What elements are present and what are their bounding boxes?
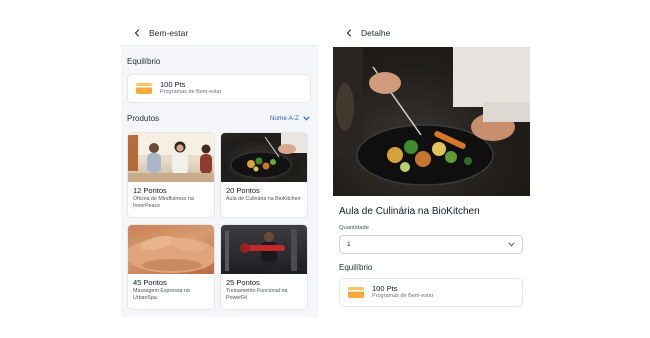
points-value: 100 Pts [372,284,398,294]
wellness-screen: Bem-estar Equilíbrio 100 Pts Programas d… [121,20,318,317]
plated-dish-photo [221,133,307,182]
points-balance-card: 100 Pts Programas de Bem-estar [339,278,523,307]
massage-photo [128,225,214,274]
product-card[interactable]: 20 Pontos Aula de Culinária na BioKitche… [220,132,308,218]
page-title: Bem-estar [149,27,189,38]
product-description: Massagem Expressa no UrbanSpa [133,288,190,302]
product-points: 45 Pontos [133,278,167,287]
back-arrow-icon[interactable] [131,27,143,39]
products-section-title: Produtos [127,114,160,123]
detail-header: Detalhe [333,20,530,46]
chevron-down-icon [303,116,310,121]
quantity-label: Quantidade [339,225,369,231]
product-card[interactable]: 45 Pontos Massagem Expressa no UrbanSpa [127,224,215,310]
page-title: Detalhe [361,28,391,38]
points-card-icon [348,287,364,298]
points-value: 100 Pts [160,80,186,90]
products-header: Produtos Nome A-Z [127,114,310,123]
product-points: 25 Pontos [226,278,260,287]
product-title: Aula de Culinária na BioKitchen [339,206,480,217]
points-program: Programas de Bem-estar [372,293,434,300]
points-program: Programas de Bem-estar [160,89,222,96]
product-grid: 12 Pontos Oficina de Mindfulness na Inne… [127,132,311,310]
balance-section-title: Equilíbrio [127,57,161,66]
back-arrow-icon[interactable] [343,27,355,39]
product-points: 12 Pontos [133,186,167,195]
quantity-select[interactable]: 1 [339,235,523,254]
chef-plating-photo [333,47,530,196]
product-card[interactable]: 12 Pontos Oficina de Mindfulness na Inne… [127,132,215,218]
points-balance-card: 100 Pts Programas de Bem-estar [127,74,311,103]
points-card-icon [136,83,152,94]
product-description: Oficina de Mindfulness na InnerPeace [133,196,194,210]
meditation-group-photo [128,133,214,182]
chevron-down-icon [508,242,515,247]
sort-dropdown[interactable]: Nome A-Z [270,115,310,122]
gym-training-photo [221,225,307,274]
product-points: 20 Pontos [226,186,260,195]
balance-section-title: Equilíbrio [339,263,373,272]
product-card[interactable]: 25 Pontos Treinamento Funcional na Power… [220,224,308,310]
product-description: Treinamento Funcional na PowerFit [226,288,288,302]
detail-screen: Detalhe Aula de Culinária na BioKitchen … [333,20,530,317]
quantity-value: 1 [347,241,351,248]
wellness-header: Bem-estar [121,20,318,46]
sort-label: Nome A-Z [269,115,299,122]
product-description: Aula de Culinária na BioKitchen [226,196,301,202]
